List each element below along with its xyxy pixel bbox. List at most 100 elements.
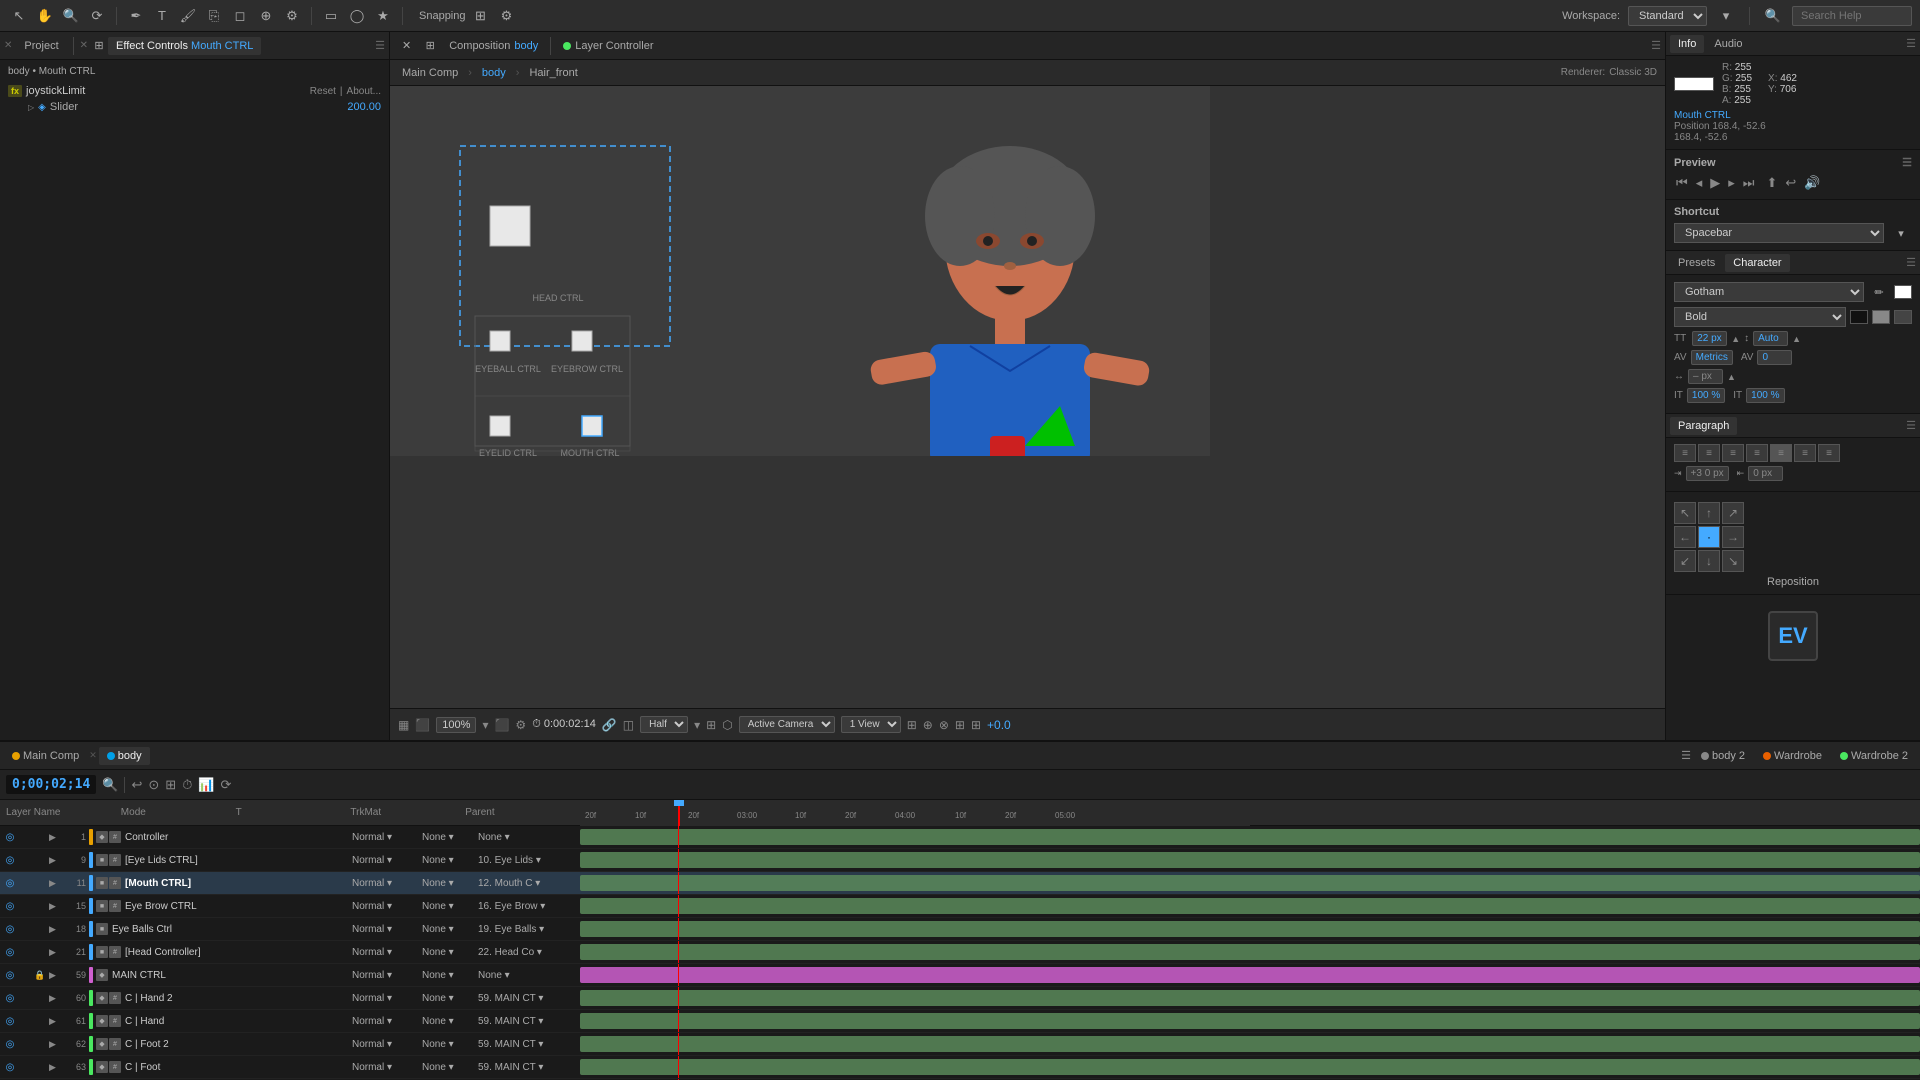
viewport[interactable]: Active Camera HEAD CTRL EYEBALL CTRL EYE… [390, 86, 1665, 708]
metrics-dropdown[interactable]: Metrics [1691, 350, 1733, 365]
font-fill-swatch[interactable] [1894, 310, 1912, 324]
layer-name[interactable]: [Eye Lids CTRL] [125, 855, 337, 866]
font-color-swatch[interactable] [1894, 285, 1912, 299]
layer-name[interactable]: MAIN CTRL [112, 970, 337, 981]
layer-name[interactable]: C | Hand 2 [125, 993, 337, 1004]
layer-name[interactable]: Eye Balls Ctrl [112, 924, 337, 935]
layer-mode[interactable]: Normal ▾ [338, 878, 406, 889]
expand-toggle[interactable]: ▶ [49, 1039, 63, 1050]
align-left[interactable]: ≡ [1674, 444, 1696, 462]
repo-bl[interactable]: ↙ [1674, 550, 1696, 572]
hscale-up[interactable]: ▲ [1727, 372, 1736, 382]
search-input[interactable] [1792, 6, 1912, 26]
preview-menu[interactable]: ☰ [1902, 156, 1912, 169]
zoom-tool[interactable]: 🔍 [60, 5, 82, 27]
repo-tc[interactable]: ↑ [1698, 502, 1720, 524]
size-up[interactable]: ▲ [1731, 334, 1740, 344]
ec-about-btn[interactable]: About... [347, 86, 381, 97]
tc-motion-icon[interactable]: ⟳ [221, 777, 232, 793]
repo-center[interactable]: · [1698, 526, 1720, 548]
layer-parent[interactable]: 10. Eye Lids ▾ [478, 855, 578, 866]
layer-trkmat[interactable]: None ▾ [422, 855, 477, 866]
vc-layout-icon[interactable]: ⊞ [706, 718, 716, 732]
visibility-toggle[interactable]: ◎ [2, 993, 18, 1004]
layer-parent[interactable]: 59. MAIN CT ▾ [478, 1062, 578, 1073]
vc-settings-icon[interactable]: ⚙ [515, 718, 526, 732]
visibility-toggle[interactable]: ◎ [2, 901, 18, 912]
body-tab-menu[interactable]: ☰ [1681, 749, 1691, 762]
font-size-val[interactable]: 22 px [1692, 331, 1727, 346]
vc-lock-icon[interactable]: 🔗 [602, 718, 617, 732]
vc-3d-icon[interactable]: ⬡ [722, 718, 732, 732]
layer-trkmat[interactable]: None ▾ [422, 832, 477, 843]
layer-trkmat[interactable]: None ▾ [422, 947, 477, 958]
left-panel-menu[interactable]: ☰ [375, 39, 385, 52]
tc-mask-icon[interactable]: ⊞ [165, 777, 176, 793]
roto-tool[interactable]: ⊕ [255, 5, 277, 27]
layer-name[interactable]: C | Foot 2 [125, 1039, 337, 1050]
tracking-val[interactable]: 0 [1757, 350, 1792, 365]
vc-pixel-icon[interactable]: ⬛ [494, 718, 509, 732]
vc-grid2-icon[interactable]: ⊞ [955, 718, 965, 732]
info-panel-menu[interactable]: ☰ [1906, 37, 1916, 50]
ec-param-value[interactable]: 200.00 [347, 101, 381, 113]
repo-bc[interactable]: ↓ [1698, 550, 1720, 572]
paragraph-tab[interactable]: Paragraph [1670, 417, 1737, 435]
presets-tab[interactable]: Presets [1670, 254, 1723, 272]
nav-hair-front[interactable]: Hair_front [525, 65, 581, 81]
font-dropdown[interactable]: Gotham [1674, 282, 1864, 302]
vc-comp-icon[interactable]: ⊕ [923, 718, 933, 732]
para-menu[interactable]: ☰ [1906, 419, 1916, 432]
vc-mask-icon[interactable]: ◫ [623, 718, 634, 732]
align-center[interactable]: ≡ [1698, 444, 1720, 462]
table-row[interactable]: ◎ ▶ 60 ◆# C | Hand 2 Normal ▾ None ▾ 59.… [0, 987, 1920, 1010]
layer-parent[interactable]: 59. MAIN CT ▾ [478, 1039, 578, 1050]
ellipse-mask-tool[interactable]: ◯ [346, 5, 368, 27]
layer-parent[interactable]: 16. Eye Brow ▾ [478, 901, 578, 912]
align-justify-all2[interactable]: ≡ [1818, 444, 1840, 462]
preview-export[interactable]: ⬆ [1764, 173, 1779, 193]
layer-name[interactable]: Eye Brow CTRL [125, 901, 337, 912]
table-row[interactable]: ◎ ▶ 11 ■# [Mouth CTRL] Normal ▾ None ▾ 1… [0, 872, 1920, 895]
reposition-btn[interactable]: Reposition [1674, 576, 1912, 588]
table-row[interactable]: ◎ ▶ 63 ◆# C | Foot Normal ▾ None ▾ 59. M… [0, 1056, 1920, 1079]
expand-toggle[interactable]: ▶ [49, 855, 63, 866]
char-menu[interactable]: ☰ [1906, 256, 1916, 269]
workspace-options[interactable]: ▾ [1715, 5, 1737, 27]
layer-name[interactable]: Controller [125, 832, 337, 843]
preview-skip-fwd[interactable]: ⏭ [1741, 173, 1757, 193]
font-style-dropdown[interactable]: Bold [1674, 307, 1846, 327]
workspace-dropdown[interactable]: Standard [1628, 6, 1707, 26]
repo-tl[interactable]: ↖ [1674, 502, 1696, 524]
expand-toggle[interactable]: ▶ [49, 878, 63, 889]
expand-toggle[interactable]: ▶ [49, 832, 63, 843]
shortcut-dropdown[interactable]: Spacebar [1674, 223, 1884, 243]
layer-name[interactable]: [Mouth CTRL] [125, 878, 337, 889]
tl-tab-wardrobe[interactable]: Wardrobe [1755, 747, 1830, 765]
text-tool[interactable]: T [151, 5, 173, 27]
vc-render-icon[interactable]: ⊗ [939, 718, 949, 732]
preview-frame-fwd[interactable]: ▸ [1726, 173, 1737, 193]
visibility-toggle[interactable]: ◎ [2, 832, 18, 843]
layer-parent[interactable]: 59. MAIN CT ▾ [478, 993, 578, 1004]
vc-views-dropdown[interactable]: 1 View [841, 716, 901, 733]
layer-name[interactable]: C | Foot [125, 1062, 337, 1073]
layer-mode[interactable]: Normal ▾ [338, 901, 406, 912]
expand-toggle[interactable]: ▶ [49, 947, 63, 958]
lock-toggle[interactable]: 🔒 [34, 970, 48, 981]
puppet-tool[interactable]: ⚙ [281, 5, 303, 27]
comp-panel-menu[interactable]: ☰ [1651, 39, 1661, 52]
tl-tab-main-comp[interactable]: Main Comp [4, 747, 87, 765]
vc-export-icon[interactable]: ⊞ [971, 718, 981, 732]
camera-rotate-tool[interactable]: ⟳ [86, 5, 108, 27]
info-tab[interactable]: Info [1670, 35, 1704, 53]
visibility-toggle[interactable]: ◎ [2, 947, 18, 958]
comp-tab-close-btn[interactable]: ✕ [394, 36, 419, 55]
project-tab-close[interactable]: ✕ [4, 40, 12, 51]
table-row[interactable]: ◎ ▶ 62 ◆# C | Foot 2 Normal ▾ None ▾ 59.… [0, 1033, 1920, 1056]
snapping-options[interactable]: ⚙ [496, 5, 518, 27]
layer-trkmat[interactable]: None ▾ [422, 993, 477, 1004]
clone-tool[interactable]: ⎘ [203, 5, 225, 27]
preview-play[interactable]: ▶ [1708, 173, 1722, 193]
expand-toggle[interactable]: ▶ [49, 1016, 63, 1027]
